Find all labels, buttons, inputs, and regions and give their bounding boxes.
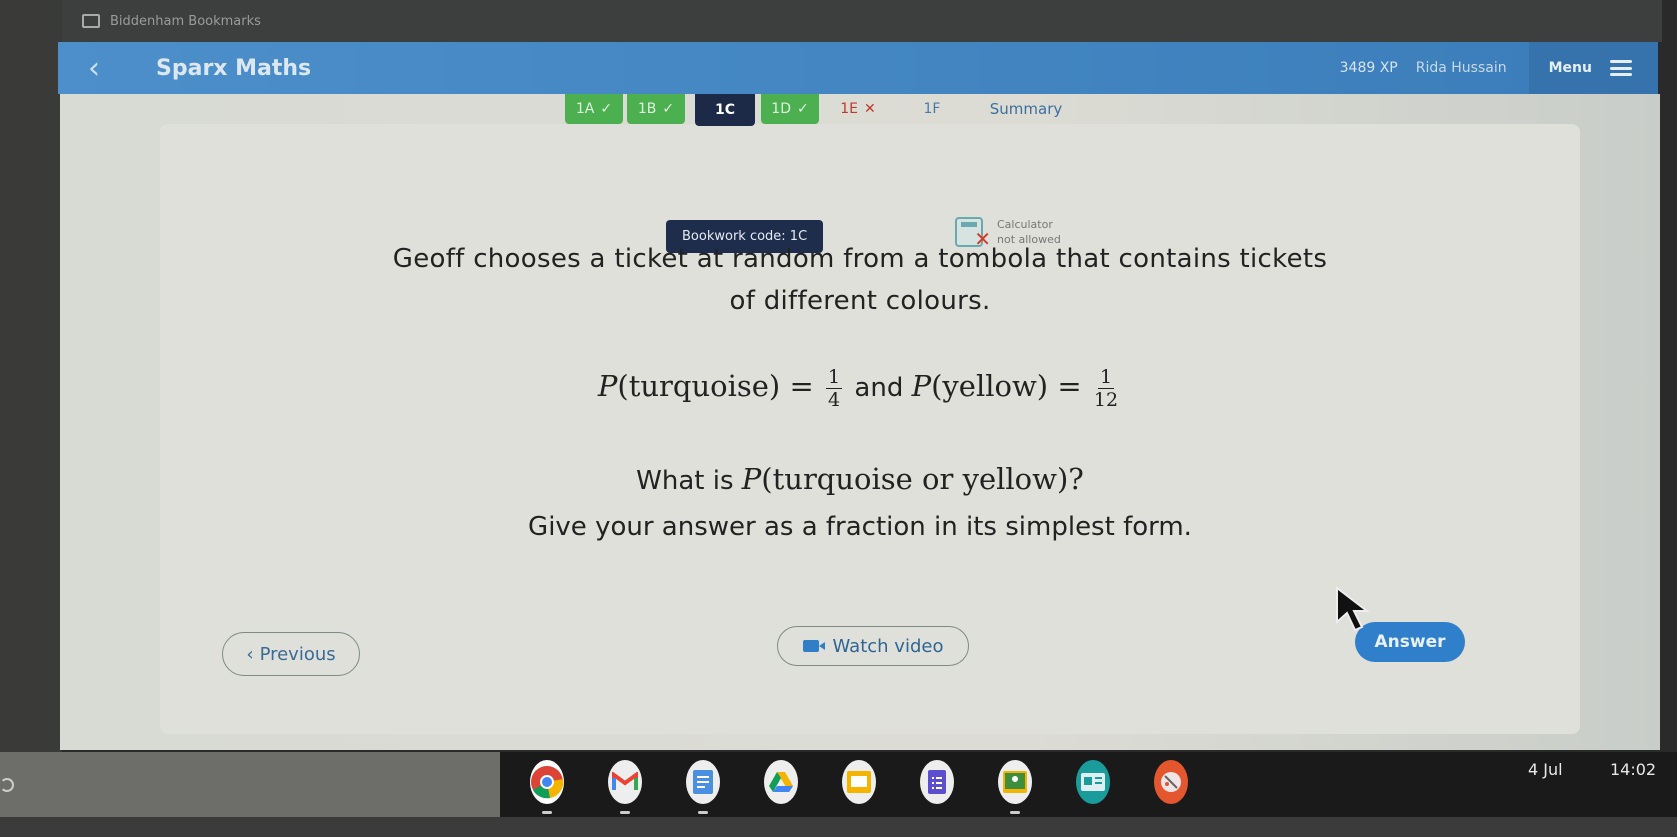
tab-label: 1F [923,101,941,117]
denominator: 12 [1093,389,1119,411]
bookmarks-bar: Biddenham Bookmarks [62,0,1662,42]
chrome-app-icon[interactable] [530,760,564,814]
fraction-turquoise: 14 [826,366,843,411]
drive-app-icon[interactable] [764,760,798,804]
question-text: Geoff chooses a ticket at random from a … [60,238,1660,322]
check-icon: ✓ [662,101,675,117]
tab-1b[interactable]: 1B ✓ [627,94,685,124]
bookmark-folder-icon [82,14,100,28]
question-line-2: of different colours. [729,286,991,316]
app-title: Sparx Maths [156,55,312,81]
tab-1e[interactable]: 1E ✕ [823,94,893,124]
tab-label: 1B [637,101,657,117]
check-icon: ✓ [796,101,809,117]
tab-1f[interactable]: 1F [897,94,967,124]
answer-label: Answer [1374,632,1446,652]
math-p: P [911,369,932,403]
question-ask: What is P(turquoise or yellow)? [60,462,1660,496]
cross-icon: ✕ [864,101,876,117]
watch-video-button[interactable]: Watch video [777,626,969,666]
app-header: ‹ Sparx Maths 3489 XP Rida Hussain Menu [58,42,1658,94]
math-p: P [741,462,762,496]
menu-button[interactable]: Menu [1528,42,1658,94]
page-content: 1A ✓ 1B ✓ 1C 1D ✓ 1E ✕ 1F Summary Bookwork c… [60,94,1660,750]
forms-app-icon[interactable] [920,760,954,804]
xp-count: 3489 XP [1339,60,1398,76]
math-arg-turquoise: (turquoise) [617,369,781,403]
sites-app-icon[interactable] [1076,760,1110,804]
check-icon: ✓ [600,101,613,117]
tab-1a[interactable]: 1A ✓ [565,94,623,124]
numerator: 1 [1097,366,1115,389]
screen-bezel-left [0,0,62,837]
menu-label: Menu [1548,60,1592,76]
video-camera-icon [802,640,825,652]
calculator-label: Calculator [997,218,1053,231]
mouse-pointer-icon [1336,586,1370,632]
tab-label: 1C [714,102,735,118]
chevron-left-icon: ‹ [246,643,254,665]
shelf-left-area [0,752,500,820]
numerator: 1 [826,366,843,389]
previous-button[interactable]: ‹ Previous [222,632,360,676]
shelf-time[interactable]: 14:02 [1610,760,1656,779]
watch-video-label: Watch video [832,635,944,657]
probability-statement: P(turquoise) = 14 and P(yellow) = 1 12 [60,366,1660,411]
math-p: P [597,369,618,403]
tab-label: 1D [771,101,791,117]
launcher-icon[interactable] [0,778,14,792]
math-equals: = [789,369,814,403]
tab-1c[interactable]: 1C [695,94,755,126]
slides-app-icon[interactable] [842,760,876,804]
fraction-yellow: 1 12 [1094,366,1118,411]
math-arg-yellow: (yellow) [931,369,1049,403]
docs-app-icon[interactable] [686,760,720,814]
canvas-app-icon[interactable] [1154,760,1188,804]
previous-label: Previous [259,643,336,665]
denominator: 4 [828,389,841,411]
task-tabs: 1A ✓ 1B ✓ 1C 1D ✓ 1E ✕ 1F Summary [565,94,1085,126]
hamburger-icon [1610,60,1632,76]
answer-instruction: Give your answer as a fraction in its si… [528,512,1192,542]
question-line-1: Geoff chooses a ticket at random from a … [392,244,1328,274]
tab-label: Summary [989,100,1063,118]
math-arg-ask: (turquoise or yellow)? [761,462,1084,496]
gmail-app-icon[interactable] [608,760,642,814]
bookmark-folder-biddenham[interactable]: Biddenham Bookmarks [110,14,261,29]
back-chevron-icon[interactable]: ‹ [88,51,128,86]
header-right: 3489 XP Rida Hussain Menu [1340,42,1658,94]
tab-1d[interactable]: 1D ✓ [761,94,819,124]
shelf-date[interactable]: 4 Jul [1528,760,1563,779]
and-word: and [854,373,904,403]
math-equals: = [1057,369,1082,403]
screen-bezel-bottom [0,817,1677,837]
tab-summary[interactable]: Summary [971,94,1081,124]
shelf-apps [530,760,1232,814]
user-name: Rida Hussain [1415,60,1507,76]
tab-label: 1E [840,101,859,117]
tab-label: 1A [575,101,595,117]
classroom-app-icon[interactable] [998,760,1032,814]
ask-prefix: What is [636,466,734,496]
